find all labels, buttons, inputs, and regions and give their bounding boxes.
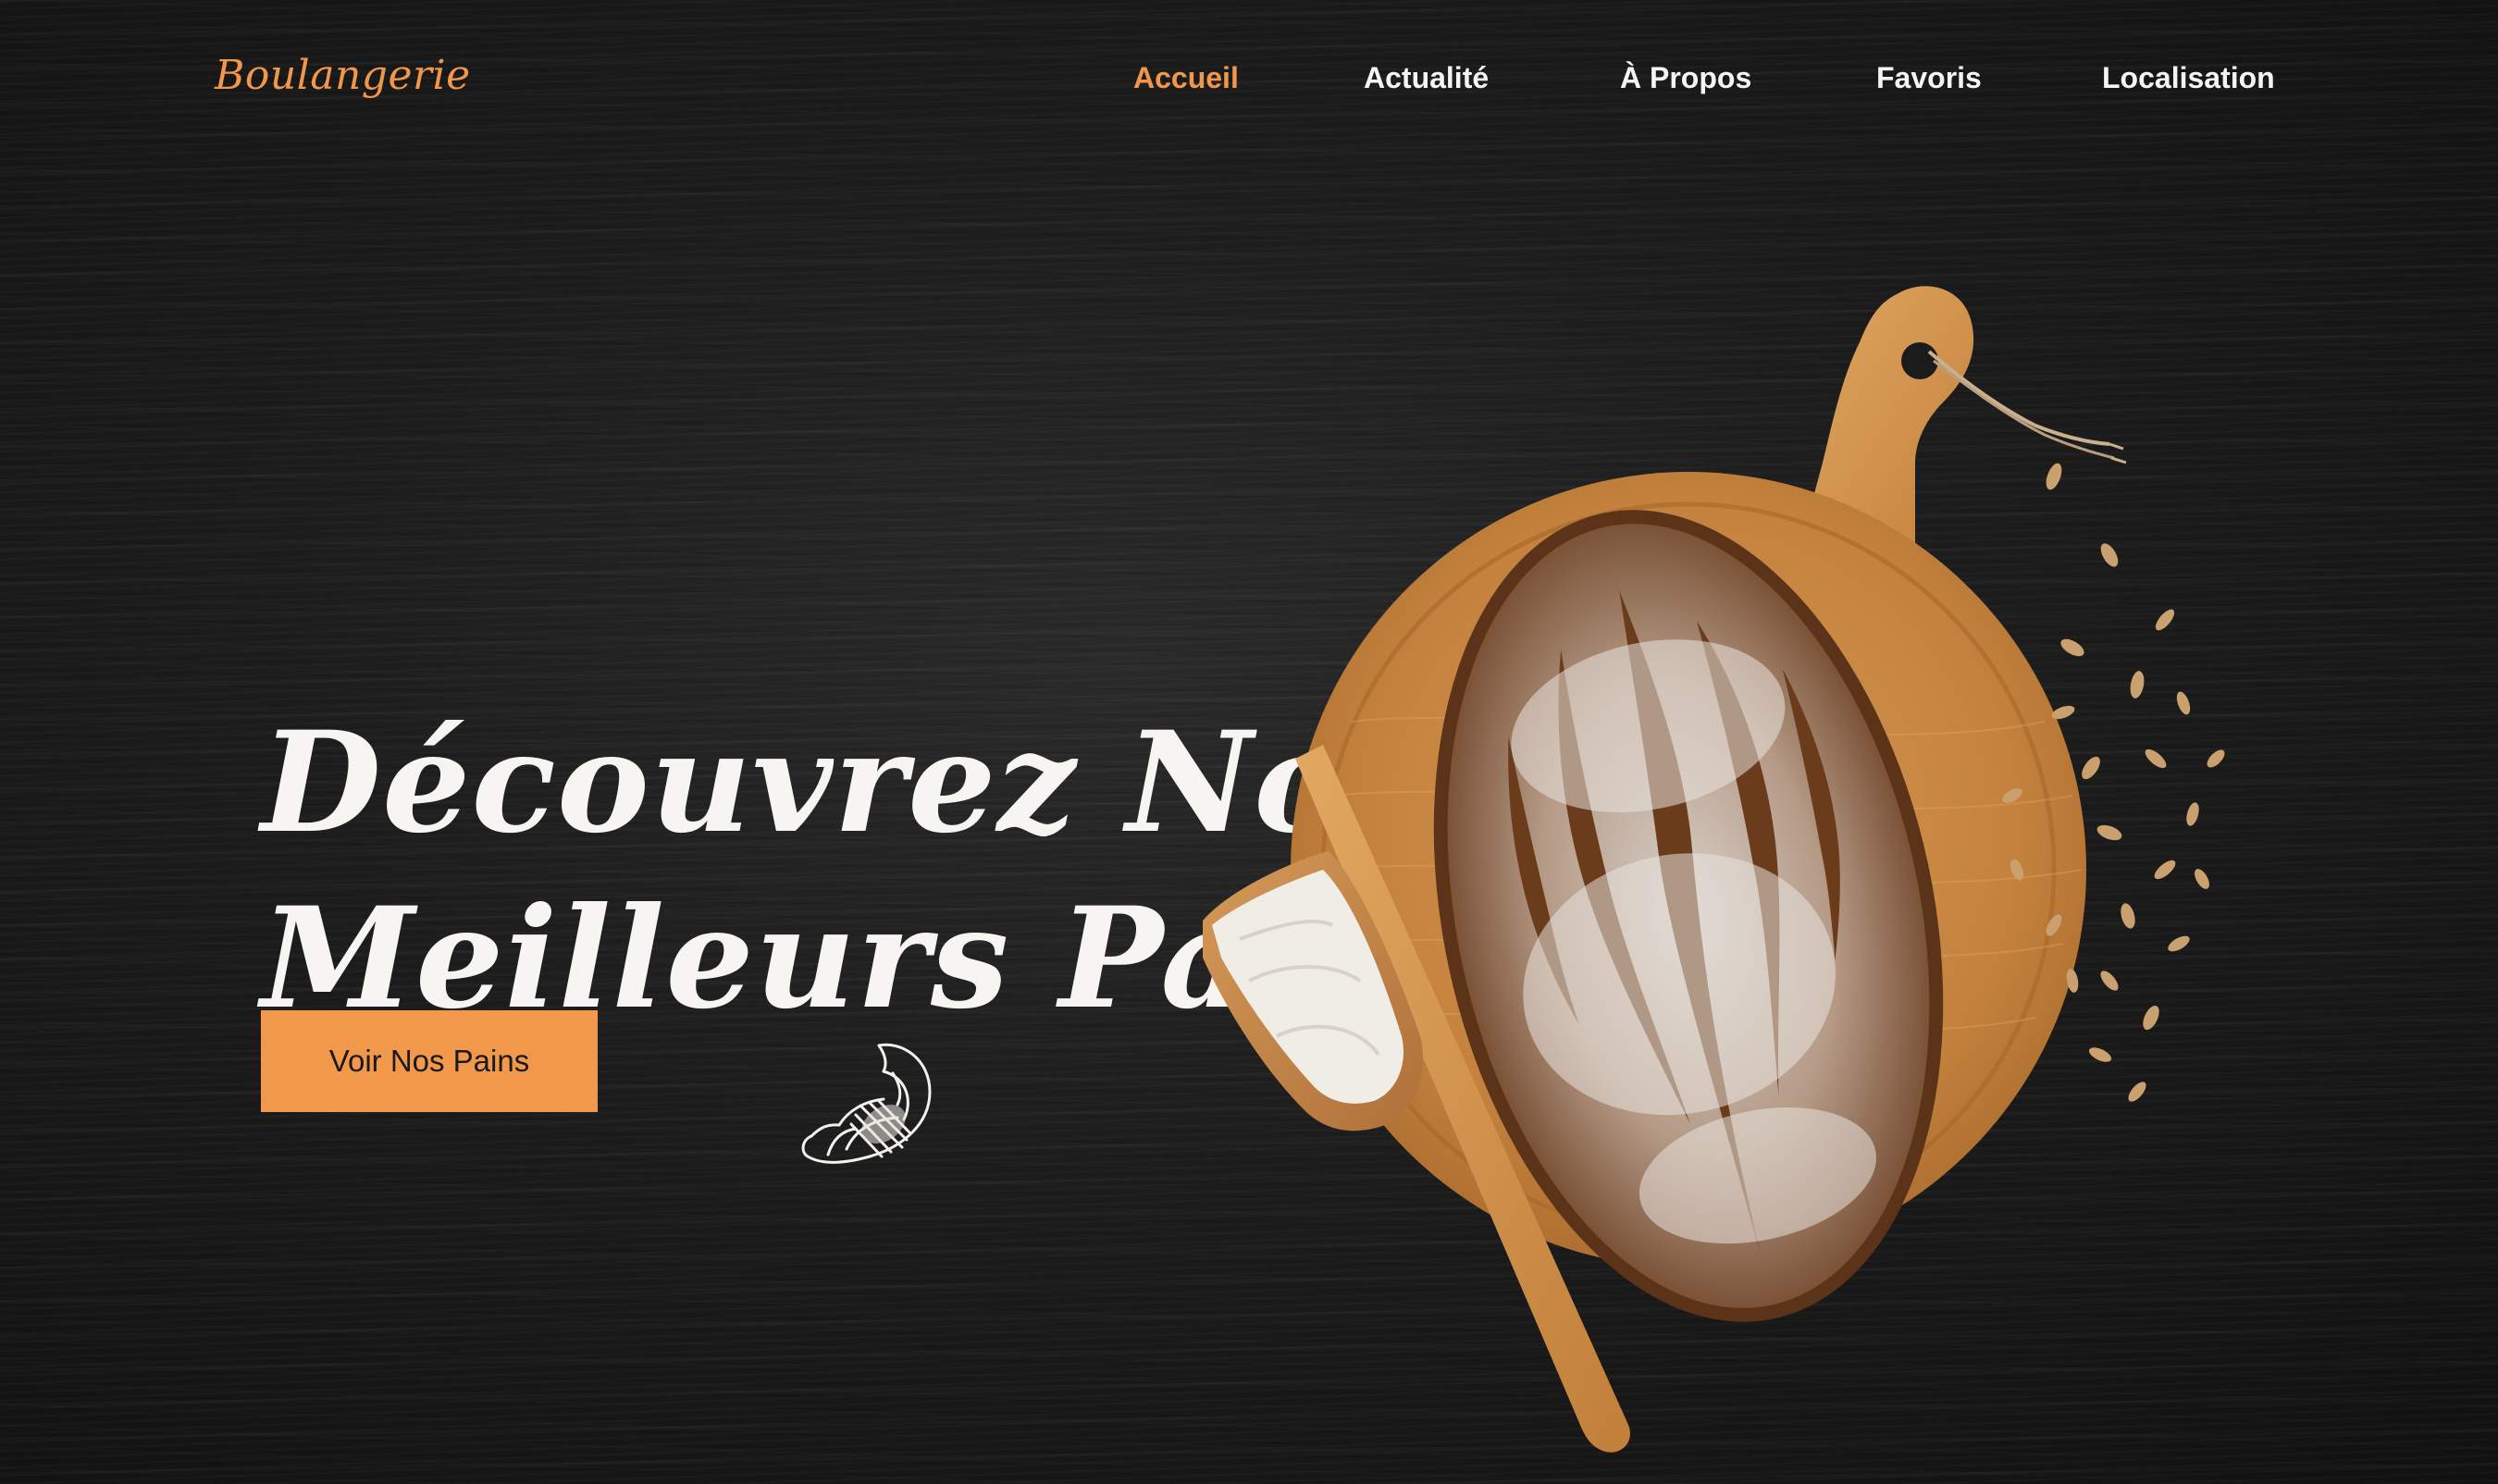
hero-title: Découvrez Nos Meilleurs Pains <box>261 695 1485 1046</box>
landing-page: Boulangerie Accueil Actualité À Propos F… <box>0 0 2498 1484</box>
hero-title-line-1: Découvrez Nos <box>261 700 1427 864</box>
voir-nos-pains-button[interactable]: Voir Nos Pains <box>261 1010 598 1112</box>
nav-item-actualite[interactable]: Actualité <box>1364 61 1489 95</box>
nav-item-accueil[interactable]: Accueil <box>1133 61 1239 95</box>
croissant-sketch-icon <box>801 1043 932 1164</box>
nav-links: Accueil Actualité À Propos Favoris Local… <box>0 61 2498 107</box>
nav-item-favoris[interactable]: Favoris <box>1876 61 1982 95</box>
nav-item-a-propos[interactable]: À Propos <box>1620 61 1751 95</box>
bread-on-cutting-board-image <box>1203 286 2225 1453</box>
header-nav: Boulangerie Accueil Actualité À Propos F… <box>0 0 2498 167</box>
nav-item-localisation[interactable]: Localisation <box>2102 61 2275 95</box>
